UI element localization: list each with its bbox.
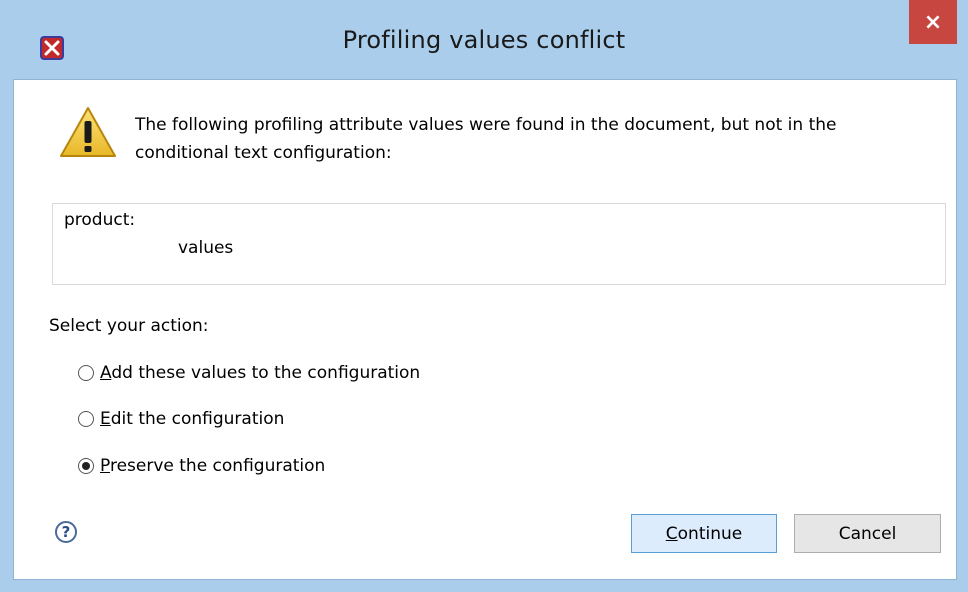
warning-icon — [60, 107, 116, 157]
radio-label: Edit the configuration — [100, 409, 285, 429]
warning-message: The following profiling attribute values… — [135, 111, 935, 167]
attribute-value: values — [178, 238, 234, 258]
attribute-name: product: — [64, 210, 136, 230]
message-line-2: conditional text configuration: — [135, 143, 392, 163]
radio-button-selected[interactable] — [78, 458, 94, 474]
message-line-1: The following profiling attribute values… — [135, 115, 837, 135]
close-icon: × — [923, 9, 943, 35]
radio-label: Add these values to the configuration — [100, 363, 421, 383]
radio-button[interactable] — [78, 365, 94, 381]
radio-add-values[interactable]: Add these values to the configuration — [78, 360, 420, 386]
continue-button[interactable]: Continue — [631, 514, 777, 553]
conflicting-values-list: product: values — [52, 203, 946, 285]
dialog-body: The following profiling attribute values… — [13, 79, 957, 580]
title-bar[interactable]: Profiling values conflict × — [0, 0, 968, 78]
radio-label: Preserve the configuration — [100, 456, 326, 476]
help-icon[interactable]: ? — [55, 521, 77, 543]
radio-button[interactable] — [78, 411, 94, 427]
dialog-window: Profiling values conflict × The followin… — [0, 0, 968, 592]
radio-edit-configuration[interactable]: Edit the configuration — [78, 406, 284, 432]
cancel-button[interactable]: Cancel — [794, 514, 941, 553]
close-button[interactable]: × — [909, 0, 957, 44]
radio-preserve-configuration[interactable]: Preserve the configuration — [78, 453, 325, 479]
continue-label: Continue — [665, 523, 743, 544]
dialog-title: Profiling values conflict — [342, 26, 626, 54]
action-label: Select your action: — [49, 316, 209, 336]
